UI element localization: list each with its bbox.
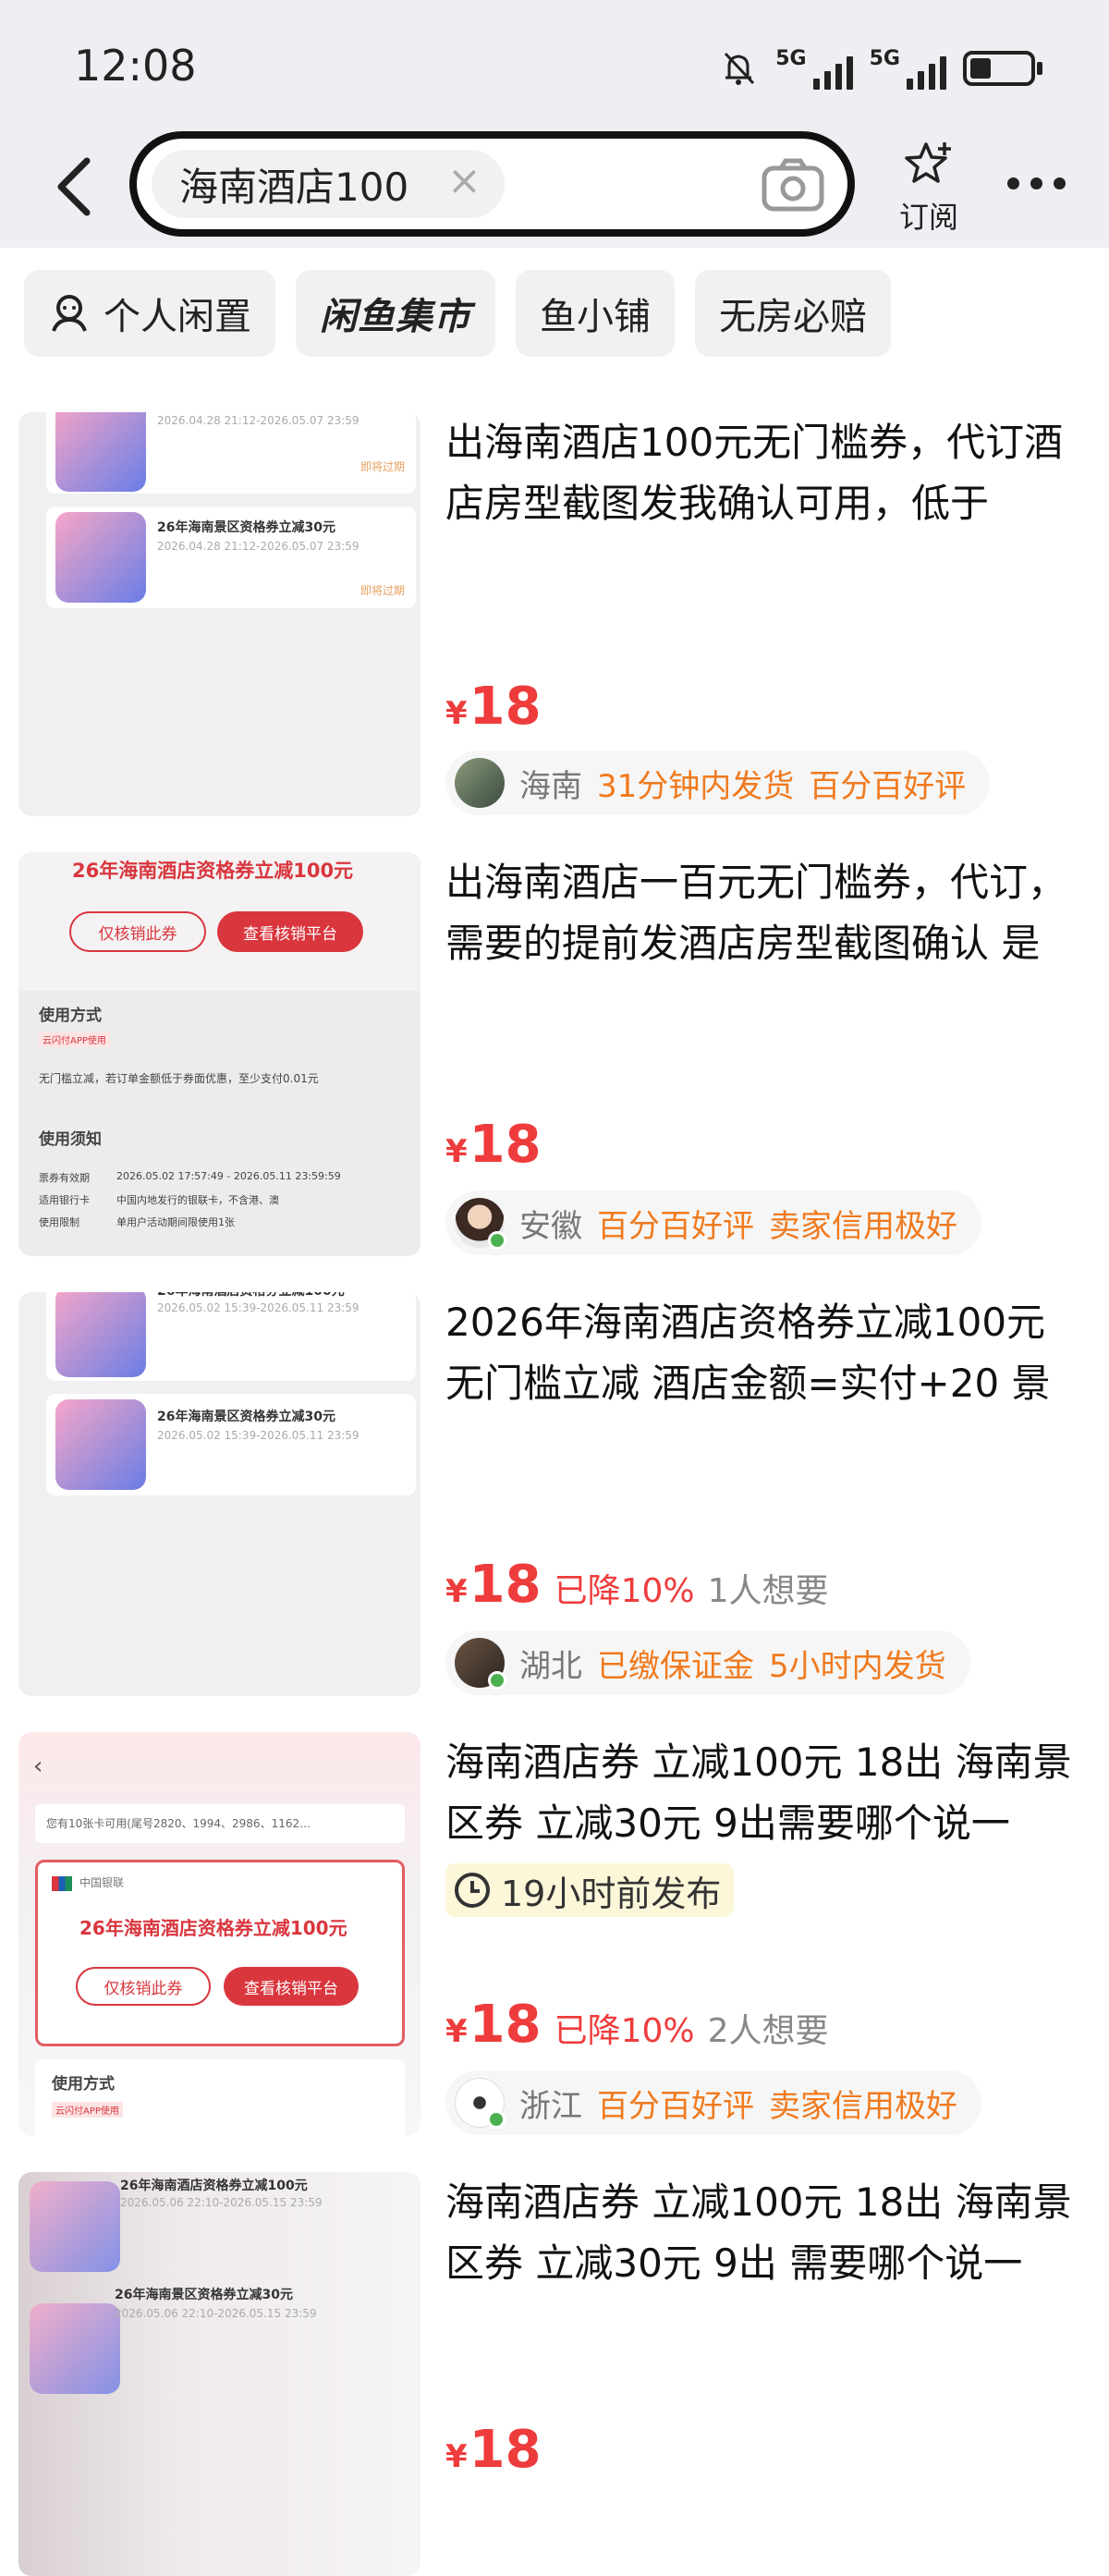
- back-arrow-icon[interactable]: [48, 153, 104, 220]
- clear-query-icon[interactable]: ×: [447, 157, 481, 204]
- seller-badge: 百分百好评: [809, 767, 967, 805]
- person-icon: [52, 295, 87, 332]
- seller-region: 浙江: [519, 2087, 582, 2125]
- seller-avatar: [455, 1198, 506, 1250]
- filter-fish-shop[interactable]: 鱼小铺: [516, 270, 675, 357]
- subscribe-button[interactable]: 订阅: [887, 139, 970, 240]
- item-price: ¥18: [445, 1115, 542, 1175]
- price-row: ¥18 已降10% 2人想要: [445, 1995, 829, 2055]
- search-header: 海南酒店100 × 订阅: [0, 129, 1109, 248]
- item-title[interactable]: 海南酒店券 立减100元 18出 海南景区券 立减30元 9出需要哪个说一: [445, 1732, 1092, 1854]
- seller-badge: 百分百好评: [597, 1207, 754, 1245]
- seller-avatar: [455, 1638, 506, 1690]
- camera-icon[interactable]: [761, 157, 825, 213]
- search-query-chip[interactable]: 海南酒店100 ×: [152, 150, 505, 218]
- clock: 12:08: [74, 41, 197, 91]
- subscribe-label: 订阅: [898, 200, 958, 235]
- item-title[interactable]: 出海南酒店一百元无门槛券，代订，需要的提前发酒店房型截图确认 是: [445, 852, 1092, 974]
- price-drop-badge: 已降10%: [554, 1572, 695, 1610]
- seller-info[interactable]: 浙江 百分百好评 卖家信用极好: [445, 2070, 981, 2135]
- search-box[interactable]: 海南酒店100 ×: [129, 131, 855, 237]
- search-query: 海南酒店100: [179, 164, 409, 210]
- item-title[interactable]: 2026年海南酒店资格券立减100元 无门槛立减 酒店金额=实付+20 景: [445, 1292, 1092, 1414]
- list-item[interactable]: 2026.04.28 21:12-2026.05.07 23:59 即将过期 2…: [0, 412, 1109, 819]
- signal-sim1-icon: 5G: [775, 47, 853, 90]
- seller-region: 安徽: [519, 1207, 582, 1245]
- more-options-icon[interactable]: [1007, 177, 1066, 189]
- seller-info[interactable]: 湖北 已缴保证金 5小时内发货: [445, 1630, 970, 1695]
- price-row: ¥18: [445, 677, 542, 737]
- price-row: ¥18: [445, 1115, 542, 1175]
- price-drop-badge: 已降10%: [554, 2012, 695, 2050]
- filter-no-room-compensation[interactable]: 无房必赔: [695, 270, 891, 357]
- star-plus-icon: [905, 142, 951, 183]
- list-item[interactable]: 26年海南酒店资格券立减100元 2026.05.06 22:10-2026.0…: [0, 2172, 1109, 2576]
- item-price: ¥18: [445, 1995, 542, 2055]
- seller-badge: 百分百好评: [597, 2087, 754, 2125]
- item-thumbnail[interactable]: 26年海南酒店资格券立减100元 仅核销此券 查看核销平台 使用方式 云闪付AP…: [18, 852, 420, 1256]
- status-icons: 5G 5G: [718, 41, 1042, 96]
- filter-personal-idle[interactable]: 个人闲置: [24, 270, 275, 357]
- status-bar: 12:08 5G 5G: [0, 0, 1109, 129]
- filter-xianyu-market[interactable]: 闲鱼集市: [296, 270, 495, 357]
- seller-badge: 卖家信用极好: [769, 1207, 957, 1245]
- item-price: ¥18: [445, 2420, 542, 2480]
- want-count: 2人想要: [707, 2012, 829, 2050]
- want-count: 1人想要: [707, 1572, 829, 1610]
- filter-bar: 个人闲置 闲鱼集市 鱼小铺 无房必赔: [0, 248, 1109, 396]
- item-title[interactable]: 海南酒店券 立减100元 18出 海南景区券 立减30元 9出 需要哪个说一: [445, 2172, 1092, 2294]
- seller-badge: 卖家信用极好: [769, 2087, 957, 2125]
- signal-sim2-icon: 5G: [870, 47, 946, 90]
- price-row: ¥18: [445, 2420, 542, 2480]
- item-thumbnail[interactable]: 2026.04.28 21:12-2026.05.07 23:59 即将过期 2…: [18, 412, 420, 816]
- item-price: ¥18: [445, 677, 542, 737]
- seller-info[interactable]: 安徽 百分百好评 卖家信用极好: [445, 1190, 981, 1255]
- item-thumbnail[interactable]: ‹ 您有10张卡可用(尾号2820、1994、2986、1162… 中国银联 2…: [18, 1732, 420, 2136]
- seller-badge: 已缴保证金: [597, 1647, 754, 1685]
- list-item[interactable]: 26年海南酒店资格券立减100元 2026.05.02 15:39-2026.0…: [0, 1292, 1109, 1699]
- item-price: ¥18: [445, 1555, 542, 1615]
- posted-time-badge: 19小时前发布: [445, 1863, 735, 1917]
- seller-region: 海南: [519, 767, 582, 805]
- item-title[interactable]: 出海南酒店100元无门槛券，代订酒店房型截图发我确认可用，低于: [445, 412, 1092, 534]
- seller-region: 湖北: [519, 1647, 582, 1685]
- seller-avatar: [455, 758, 505, 808]
- clock-icon: [455, 1873, 490, 1908]
- price-row: ¥18 已降10% 1人想要: [445, 1555, 829, 1615]
- seller-badge: 5小时内发货: [769, 1647, 946, 1685]
- seller-badge: 31分钟内发货: [597, 767, 795, 805]
- mute-bell-icon: [725, 52, 755, 85]
- battery-icon: [963, 51, 1042, 86]
- item-thumbnail[interactable]: 26年海南酒店资格券立减100元 2026.05.06 22:10-2026.0…: [18, 2172, 420, 2576]
- item-thumbnail[interactable]: 26年海南酒店资格券立减100元 2026.05.02 15:39-2026.0…: [18, 1292, 420, 1696]
- seller-info[interactable]: 海南 31分钟内发货 百分百好评: [445, 751, 991, 815]
- list-item[interactable]: ‹ 您有10张卡可用(尾号2820、1994、2986、1162… 中国银联 2…: [0, 1732, 1109, 2139]
- list-item[interactable]: 26年海南酒店资格券立减100元 仅核销此券 查看核销平台 使用方式 云闪付AP…: [0, 852, 1109, 1259]
- seller-avatar: [455, 2078, 506, 2129]
